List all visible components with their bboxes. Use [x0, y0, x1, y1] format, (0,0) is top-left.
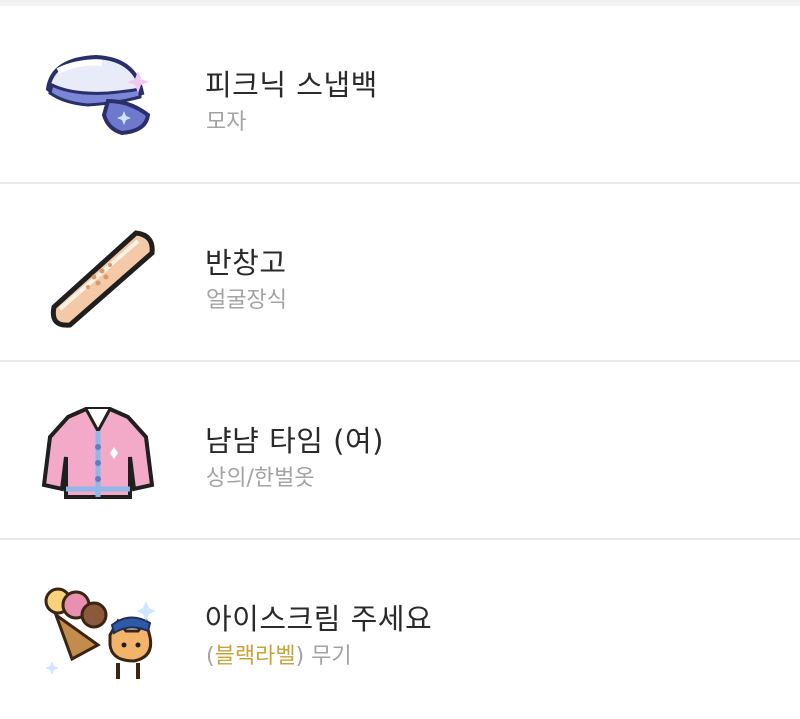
- item-category: 상의/한벌옷: [206, 466, 315, 491]
- item-category: (블랙라벨) 무기: [206, 638, 352, 670]
- item-list: 피크닉 스냅백 모자 반창고 얼굴장식 냠냠 타임 (여) 상의/한벌옷 아이스…: [0, 6, 800, 718]
- list-item[interactable]: 반창고 얼굴장식: [0, 184, 800, 362]
- pink-jacket-icon: [38, 397, 158, 507]
- list-item[interactable]: 냠냠 타임 (여) 상의/한벌옷: [0, 362, 800, 540]
- bandage-icon: [38, 219, 158, 329]
- ice-cream-weapon-icon: [38, 575, 158, 685]
- item-name: 피크닉 스냅백: [205, 68, 378, 102]
- black-label-badge: 블랙라벨: [214, 644, 296, 669]
- label-open-paren: (: [206, 644, 215, 669]
- item-category: 얼굴장식: [206, 288, 287, 313]
- label-close-paren: ): [295, 644, 305, 669]
- item-name: 반창고: [205, 246, 287, 280]
- item-name: 아이스크림 주세요: [205, 602, 433, 636]
- picnic-snapback-cap-icon: [38, 41, 158, 151]
- list-item[interactable]: 아이스크림 주세요 (블랙라벨) 무기: [0, 540, 800, 718]
- list-item[interactable]: 피크닉 스냅백 모자: [0, 6, 800, 184]
- item-category: 모자: [206, 110, 247, 135]
- item-name: 냠냠 타임 (여): [205, 424, 384, 458]
- item-category-text: 무기: [311, 644, 352, 669]
